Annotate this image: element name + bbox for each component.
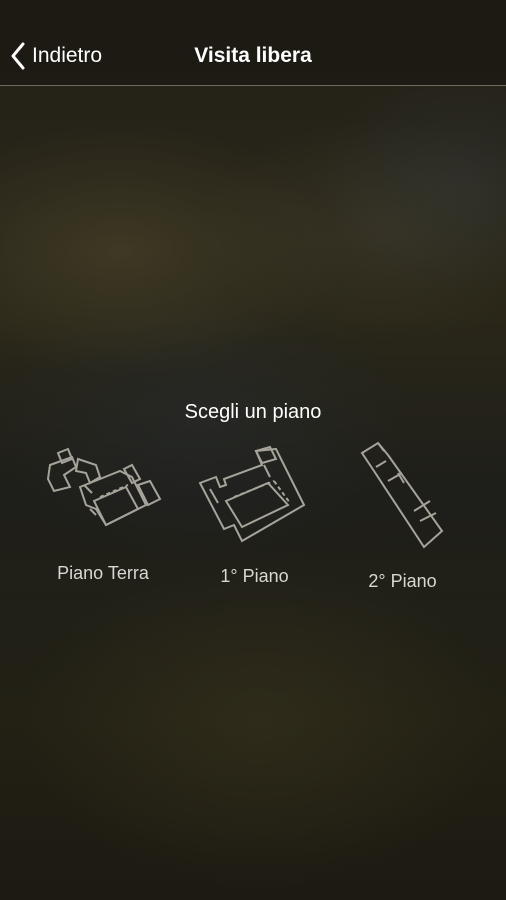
floor-label: 2° Piano [368,571,437,591]
floor-label: Piano Terra [57,563,149,583]
floor-option-first[interactable]: 1° Piano [192,445,317,586]
floor-option-ground[interactable]: Piano Terra [40,445,170,583]
floor-label: 1° Piano [220,566,289,586]
page-title: Visita libera [194,44,312,67]
navigation-bar: Indietro Visita libera [0,0,506,86]
floor-plan-icon [350,437,455,552]
floor-plan-icon [192,445,317,545]
floor-plan-icon [40,445,170,545]
floor-prompt: Scegli un piano [184,401,322,423]
screen: Indietro Visita libera Scegli un piano P… [0,0,506,900]
floor-option-second[interactable]: 2° Piano [350,437,455,595]
